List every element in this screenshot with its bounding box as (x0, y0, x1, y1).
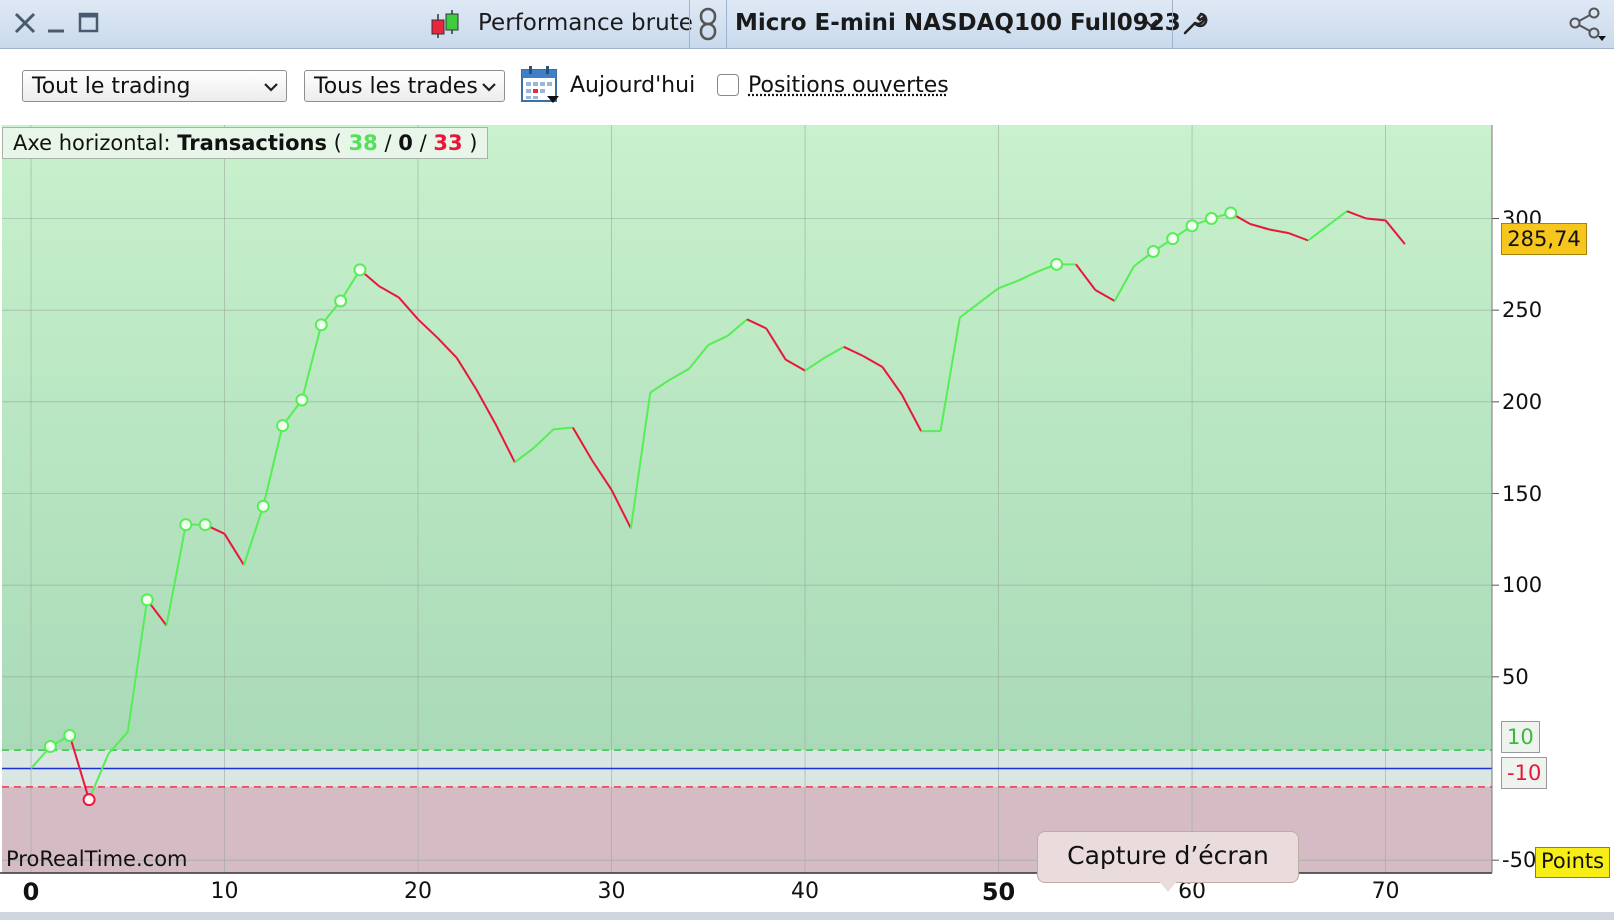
x-tick-label: 50 (981, 878, 1016, 906)
legend-close-paren: ) (469, 131, 478, 155)
new-high-marker (1166, 232, 1180, 246)
watermark: ProRealTime.com (6, 847, 188, 871)
open-positions-label[interactable]: Positions ouvertes (748, 69, 949, 103)
units-badge: Points (1535, 847, 1611, 878)
new-high-marker (43, 740, 57, 753)
new-high-marker (1050, 257, 1064, 271)
new-high-marker (179, 518, 193, 532)
legend-separator: / (384, 131, 392, 155)
x-tick-label: 10 (210, 879, 239, 904)
new-high-marker (295, 393, 309, 407)
performance-chart[interactable]: Axe horizontal: Transactions ( 38 / 0 / … (0, 125, 1614, 920)
chevron-down-icon (482, 83, 496, 92)
title-separator (1172, 0, 1173, 48)
title-separator (726, 0, 727, 48)
filter-toolbar: Tout le trading Tous les trades Aujourd'… (0, 49, 1614, 125)
lower-zone-label: -10 (1501, 757, 1548, 789)
open-positions-checkbox[interactable] (717, 74, 739, 96)
axis-legend: Axe horizontal: Transactions ( 38 / 0 / … (2, 127, 489, 159)
y-tick-label: 150 (1502, 481, 1543, 506)
chevron-down-icon (264, 83, 278, 92)
new-high-marker (63, 729, 77, 742)
x-tick-label: 0 (22, 878, 40, 906)
new-high-marker (334, 294, 348, 308)
neutral-count: 0 (398, 131, 413, 155)
x-tick-label: 70 (1371, 879, 1400, 904)
title-bar: Performance brute Micro E-mini NASDAQ100… (0, 0, 1614, 49)
new-high-marker (1146, 245, 1160, 258)
x-tick-label: 30 (597, 879, 626, 904)
today-label[interactable]: Aujourd'hui (570, 69, 695, 103)
tooltip-text: Capture d’écran (1067, 841, 1269, 870)
legend-open-paren: ( (333, 131, 342, 155)
upper-zone-label: 10 (1501, 721, 1540, 753)
new-high-marker (353, 263, 367, 277)
trades-select-value: Tous les trades (314, 74, 478, 99)
new-high-marker (314, 318, 328, 332)
chevron-down-icon[interactable] (1143, 15, 1159, 31)
maximize-icon[interactable] (76, 10, 102, 36)
x-tick-label: 20 (404, 879, 433, 904)
last-value-badge: 285,74 (1501, 223, 1587, 255)
close-icon[interactable] (12, 10, 38, 36)
window-title: Performance brute (478, 10, 693, 36)
new-high-marker (276, 419, 290, 433)
candlestick-icon (431, 10, 459, 38)
new-high-marker (1204, 212, 1218, 225)
x-tick-label: 40 (791, 879, 820, 904)
new-high-marker (256, 499, 270, 513)
tooltip-pointer (1158, 880, 1178, 892)
share-icon[interactable] (1566, 6, 1606, 42)
new-low-marker (82, 793, 96, 807)
instrument-selector[interactable]: Micro E-mini NASDAQ100 Full0923 (735, 0, 1181, 48)
new-high-marker (140, 593, 154, 607)
trades-select[interactable]: Tous les trades (304, 70, 505, 102)
bottom-strip (0, 912, 1614, 920)
title-separator (689, 0, 690, 48)
wrench-icon[interactable] (1181, 9, 1209, 37)
scope-select-value: Tout le trading (32, 74, 191, 99)
chart-canvas[interactable] (0, 125, 1614, 920)
new-high-marker (1224, 206, 1238, 220)
minimize-icon[interactable] (44, 10, 70, 36)
new-high-marker (1185, 219, 1199, 233)
scope-select[interactable]: Tout le trading (22, 70, 287, 102)
y-tick-label: 100 (1502, 573, 1543, 598)
y-tick-label: 250 (1502, 298, 1543, 323)
link-chain-icon[interactable] (696, 6, 720, 42)
new-high-marker (198, 518, 212, 532)
y-tick-label: 50 (1502, 664, 1529, 689)
axis-legend-name: Transactions (177, 131, 327, 155)
screenshot-tooltip: Capture d’écran (1037, 831, 1299, 892)
calendar-icon[interactable] (520, 65, 560, 105)
y-tick-label: -50 (1502, 848, 1537, 873)
losers-count: 33 (433, 131, 463, 155)
legend-separator: / (419, 131, 427, 155)
y-tick-label: 200 (1502, 389, 1543, 414)
winners-count: 38 (348, 131, 378, 155)
axis-legend-prefix: Axe horizontal: (13, 131, 171, 155)
